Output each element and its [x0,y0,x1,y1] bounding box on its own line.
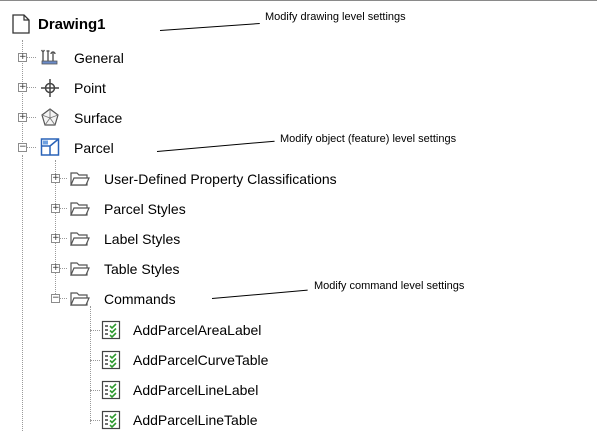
tree-branch [60,208,67,209]
tree-node-label: Label Styles [104,231,181,247]
expand-toggle[interactable]: + [51,264,60,273]
tree-node-label: Parcel Styles [104,201,186,217]
point-icon [41,79,59,97]
tree-node-label: Parcel [74,140,114,156]
command-icon [101,410,121,430]
command-icon [101,380,121,400]
tree-branch [60,178,67,179]
command-icon [101,350,121,370]
surface-icon [41,108,59,126]
tree-node-label: Surface [74,110,123,126]
tree-branch [27,57,36,58]
tree-branch [27,147,36,148]
tree-guide-root-lower [22,155,23,431]
folder-icon [70,232,90,246]
annotation-command-level: Modify command level settings [314,280,465,292]
tree-branch [60,298,67,299]
general-settings-icon [40,49,58,65]
tree-command-label: AddParcelCurveTable [133,352,269,368]
document-icon [12,14,30,34]
annotation-object-level: Modify object (feature) level settings [280,133,457,145]
tree-branch [90,360,100,361]
tree-node-label: User-Defined Property Classifications [104,171,337,187]
folder-icon [70,172,90,186]
folder-icon [70,262,90,276]
tree-branch [90,390,100,391]
settings-tree: Drawing1 + General + Point + Surface − P… [0,0,597,431]
expand-toggle[interactable]: + [51,174,60,183]
expand-toggle[interactable]: + [18,113,27,122]
annotation-leader-command [211,289,308,299]
tree-branch [60,268,67,269]
annotation-leader-object [156,140,275,152]
command-icon [101,320,121,340]
tree-node-label: General [74,50,124,66]
tree-node-label: Commands [104,291,176,307]
tree-branch [60,238,67,239]
parcel-icon [40,138,60,156]
panel-top-border [0,0,597,1]
tree-node-label: Point [74,80,106,96]
tree-branch [90,420,100,421]
tree-branch [27,117,36,118]
tree-command-label: AddParcelLineTable [133,412,258,428]
expand-toggle[interactable]: + [18,53,27,62]
expand-toggle[interactable]: + [18,83,27,92]
collapse-toggle[interactable]: − [18,143,27,152]
folder-icon [70,292,90,306]
tree-guide-commands [90,306,91,424]
tree-command-label: AddParcelLineLabel [133,382,259,398]
annotation-leader-drawing [159,23,260,31]
tree-root-label: Drawing1 [38,16,106,33]
tree-command-label: AddParcelAreaLabel [133,322,262,338]
expand-toggle[interactable]: + [51,234,60,243]
collapse-toggle[interactable]: − [51,294,60,303]
expand-toggle[interactable]: + [51,204,60,213]
folder-icon [70,202,90,216]
tree-branch [27,87,36,88]
tree-branch [90,330,100,331]
tree-node-label: Table Styles [104,261,180,277]
annotation-drawing-level: Modify drawing level settings [265,11,406,23]
